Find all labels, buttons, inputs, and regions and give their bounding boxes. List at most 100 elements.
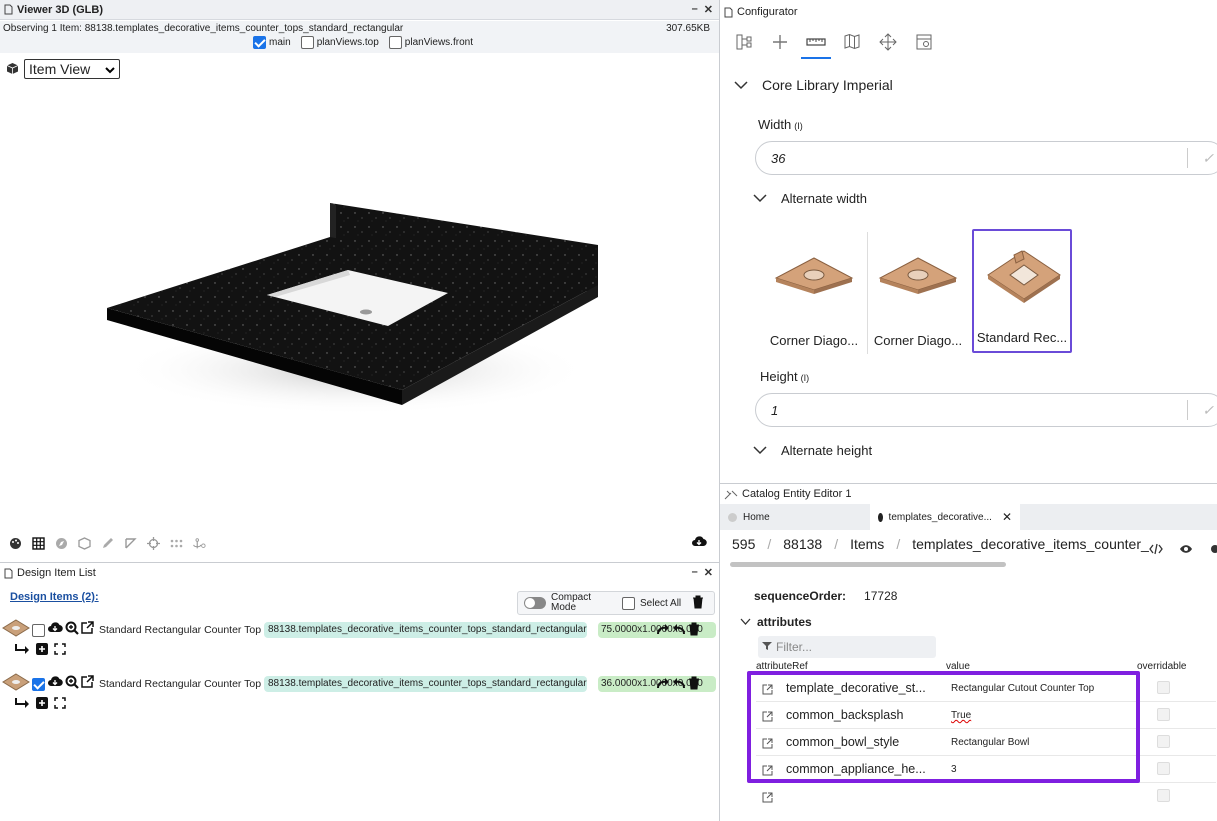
- attribute-ref[interactable]: common_appliance_he...: [786, 762, 938, 776]
- width-input[interactable]: 36 ✓: [755, 141, 1217, 175]
- crosshair-icon[interactable]: [146, 536, 160, 550]
- trash-icon[interactable]: [692, 595, 704, 612]
- zoom-in-icon[interactable]: [65, 621, 79, 640]
- select-all-checkbox[interactable]: [622, 596, 635, 610]
- width-label: Width (I): [758, 117, 803, 132]
- item-thumbnail: [2, 618, 30, 642]
- add-icon[interactable]: [36, 642, 48, 660]
- overridable-checkbox[interactable]: [1157, 708, 1170, 721]
- compass-icon[interactable]: [54, 536, 68, 550]
- breadcrumb-item[interactable]: 595: [732, 536, 755, 552]
- box-icon[interactable]: [77, 536, 91, 550]
- settings-panel-icon[interactable]: [914, 30, 934, 54]
- item-ref-chip[interactable]: 88138.templates_decorative_items_counter…: [264, 676, 587, 692]
- attribute-value[interactable]: Rectangular Bowl: [951, 737, 1029, 748]
- cloud-download-icon[interactable]: [47, 621, 63, 639]
- measure-icon[interactable]: [123, 536, 137, 550]
- grid-icon[interactable]: [31, 536, 45, 550]
- open-external-icon[interactable]: [762, 709, 773, 727]
- brush-icon[interactable]: [100, 536, 114, 550]
- design-items-link[interactable]: Design Items (2):: [10, 591, 99, 603]
- breadcrumb-item[interactable]: 88138: [783, 536, 822, 552]
- overridable-checkbox[interactable]: [1157, 681, 1170, 694]
- overridable-checkbox[interactable]: [1157, 762, 1170, 775]
- plan-top-checkbox[interactable]: planViews.top: [300, 36, 379, 49]
- attribute-ref[interactable]: common_bowl_style: [786, 735, 938, 749]
- checkbox-icon[interactable]: [388, 36, 402, 49]
- open-external-icon[interactable]: [762, 736, 773, 754]
- minimize-button[interactable]: –: [692, 3, 698, 16]
- dimensions-icon[interactable]: [801, 30, 831, 59]
- compact-mode-toggle[interactable]: [524, 597, 546, 609]
- view-mode-select[interactable]: Item View: [24, 59, 120, 79]
- open-external-icon[interactable]: [81, 621, 94, 639]
- item-checkbox[interactable]: [32, 677, 45, 691]
- height-input[interactable]: 1 ✓: [755, 393, 1217, 427]
- plan-front-checkbox[interactable]: planViews.front: [388, 36, 473, 49]
- configurator-title: Configurator: [737, 6, 798, 18]
- check-icon[interactable]: ✓: [1202, 402, 1214, 419]
- anchor-icon[interactable]: [192, 536, 206, 550]
- open-external-icon[interactable]: [762, 790, 773, 808]
- alternate-card[interactable]: Corner Diago...: [764, 230, 864, 354]
- add-icon[interactable]: [36, 696, 48, 714]
- add-icon[interactable]: [770, 30, 790, 54]
- close-icon[interactable]: ✕: [1002, 510, 1012, 524]
- trash-icon[interactable]: [688, 622, 700, 641]
- zoom-in-icon[interactable]: [65, 675, 79, 694]
- alternate-card-selected[interactable]: Standard Rec...: [972, 229, 1072, 353]
- library-section-header[interactable]: Core Library Imperial: [734, 77, 893, 93]
- attribute-ref[interactable]: common_backsplash: [786, 708, 938, 722]
- overridable-checkbox[interactable]: [1157, 735, 1170, 748]
- checkbox-icon[interactable]: [300, 36, 314, 49]
- redo-icon[interactable]: [656, 622, 670, 641]
- check-icon[interactable]: ✓: [1202, 150, 1214, 167]
- item-ref-chip[interactable]: 88138.templates_decorative_items_counter…: [264, 622, 587, 638]
- cloud-download-icon[interactable]: [47, 675, 63, 693]
- horizontal-scrollbar[interactable]: [730, 562, 1006, 567]
- minimize-button[interactable]: –: [692, 566, 698, 579]
- undo-icon[interactable]: [672, 622, 686, 641]
- tab-home[interactable]: Home: [720, 504, 870, 530]
- dots-grid-icon[interactable]: [169, 536, 183, 550]
- attribute-value[interactable]: Rectangular Cutout Counter Top: [951, 683, 1094, 694]
- move-down-icon[interactable]: [14, 642, 30, 660]
- fullscreen-icon[interactable]: [54, 696, 66, 714]
- attribute-value[interactable]: 3: [951, 764, 957, 775]
- catalog-tree-icon[interactable]: [734, 30, 754, 54]
- countertop-3d-render[interactable]: [100, 195, 610, 425]
- checkbox-checked-icon[interactable]: [253, 36, 266, 49]
- design-list-titlebar: Design Item List – ✕: [0, 563, 719, 583]
- main-view-checkbox[interactable]: main: [253, 36, 291, 49]
- filter-input[interactable]: Filter...: [758, 636, 936, 658]
- undo-icon[interactable]: [672, 676, 686, 695]
- eye-icon[interactable]: [1179, 542, 1193, 560]
- tab-templates[interactable]: templates_decorative... ✕: [870, 504, 1020, 530]
- code-icon[interactable]: [1149, 542, 1163, 560]
- close-button[interactable]: ✕: [704, 566, 713, 579]
- more-icon[interactable]: [1209, 542, 1217, 560]
- view-checkboxes: main planViews.top planViews.front: [253, 36, 473, 49]
- breadcrumb-item[interactable]: templates_decorative_items_counter_: [912, 536, 1149, 552]
- alternate-height-header[interactable]: Alternate height: [753, 443, 872, 458]
- move-icon[interactable]: [878, 30, 898, 54]
- open-external-icon[interactable]: [762, 763, 773, 781]
- palette-icon[interactable]: [8, 536, 22, 550]
- map-icon[interactable]: [842, 30, 862, 54]
- trash-icon[interactable]: [688, 676, 700, 695]
- open-external-icon[interactable]: [81, 675, 94, 693]
- alternate-card[interactable]: Corner Diago...: [868, 230, 968, 354]
- cloud-download-icon[interactable]: [691, 535, 707, 553]
- breadcrumb-item[interactable]: Items: [850, 536, 884, 552]
- move-down-icon[interactable]: [14, 696, 30, 714]
- attributes-header[interactable]: attributes: [740, 615, 812, 629]
- attribute-ref[interactable]: template_decorative_st...: [786, 681, 938, 695]
- open-external-icon[interactable]: [762, 682, 773, 700]
- fullscreen-icon[interactable]: [54, 642, 66, 660]
- redo-icon[interactable]: [656, 676, 670, 695]
- close-button[interactable]: ✕: [704, 3, 713, 16]
- alternate-width-header[interactable]: Alternate width: [753, 191, 867, 206]
- overridable-checkbox[interactable]: [1157, 789, 1170, 802]
- item-checkbox[interactable]: [32, 623, 45, 637]
- attribute-value[interactable]: True: [951, 710, 971, 721]
